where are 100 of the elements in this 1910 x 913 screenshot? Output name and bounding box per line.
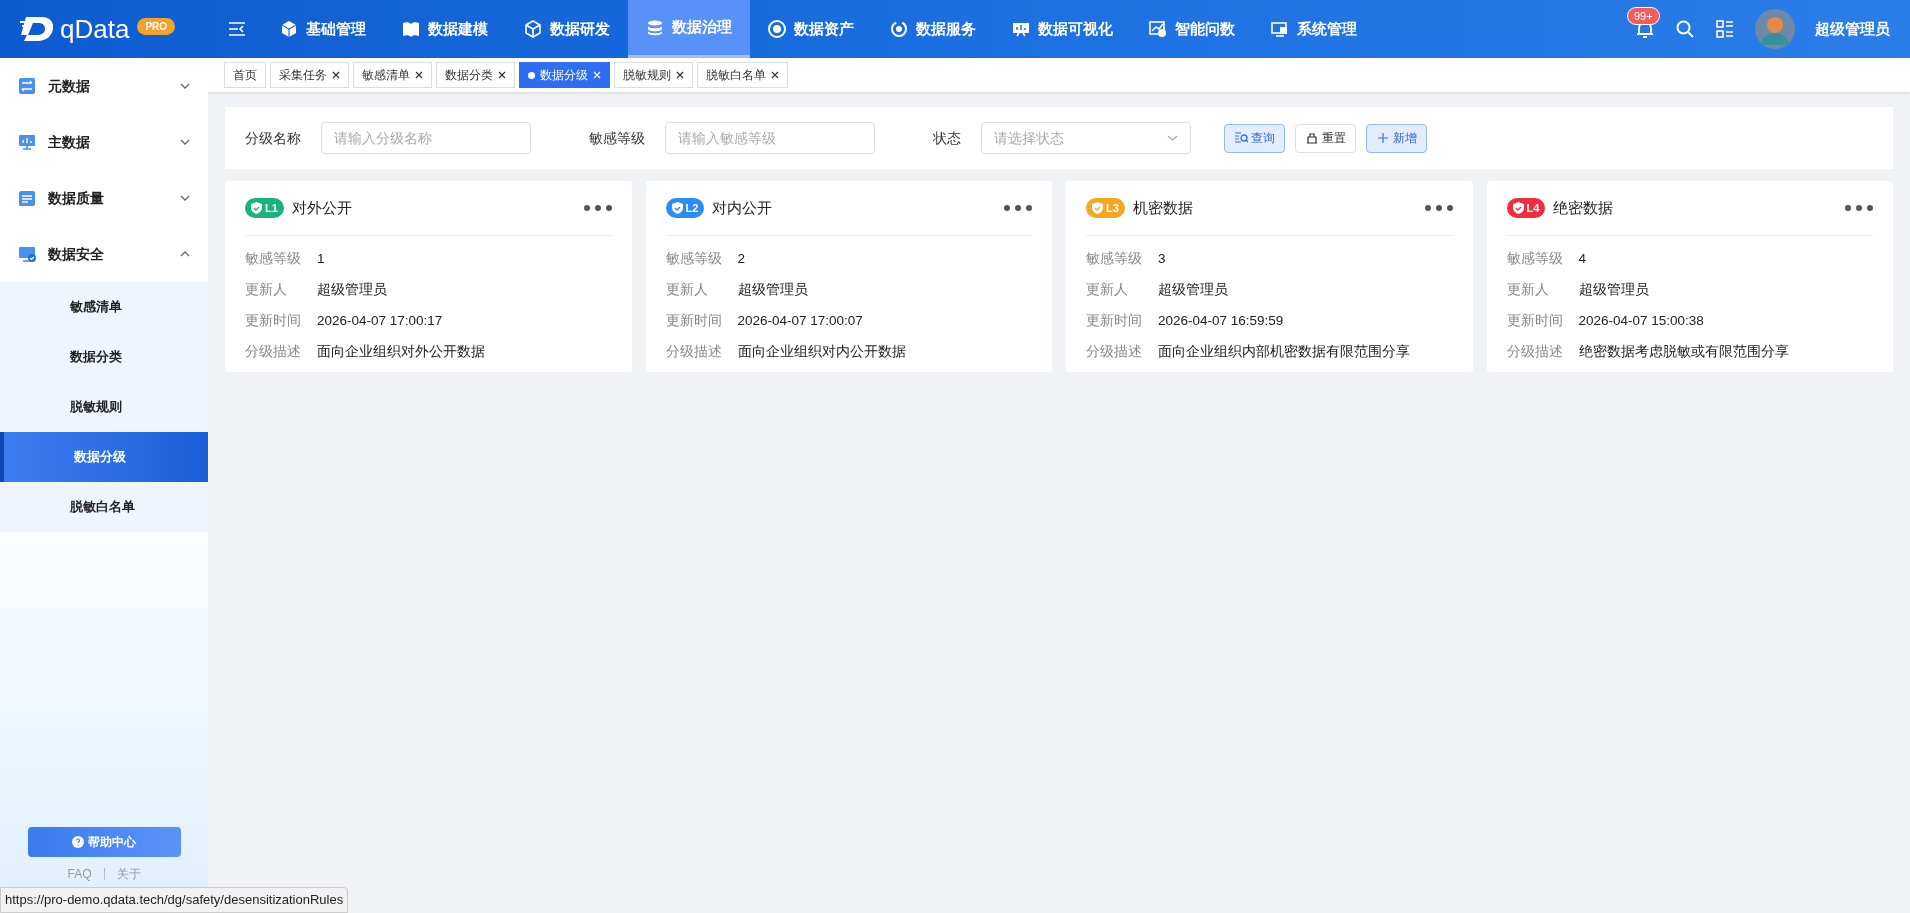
card-title: 绝密数据 [1553, 197, 1615, 218]
field-label: 敏感等级 [1506, 250, 1564, 269]
shield-icon [251, 202, 262, 214]
nav-icon [1271, 20, 1289, 38]
chevron-icon [180, 139, 190, 145]
field-value: 绝密数据考虑脱敏或有限范围分享 [1578, 343, 1789, 362]
field-value: 面向企业组织对外公开数据 [317, 343, 485, 362]
field-label: 更新时间 [1506, 312, 1564, 331]
close-icon[interactable] [332, 71, 340, 79]
page-tab[interactable]: 脱敏白名单 [697, 62, 788, 88]
chevron-icon [180, 195, 190, 201]
filter-label: 敏感等级 [589, 128, 645, 148]
page-tab[interactable]: 敏感清单 [353, 62, 432, 88]
sidebar-group[interactable]: 元数据 [0, 58, 208, 114]
reset-icon [1305, 131, 1319, 145]
page-tab[interactable]: 采集任务 [270, 62, 349, 88]
field-label: 更新时间 [245, 312, 302, 331]
more-icon[interactable] [1004, 205, 1032, 211]
more-icon[interactable] [1845, 205, 1873, 211]
sidebar-item[interactable]: 数据分级 [0, 432, 208, 482]
nav-icon [524, 20, 542, 38]
group-icon [18, 133, 36, 151]
notification-badge: 99+ [1627, 7, 1660, 25]
field-label: 敏感等级 [1086, 250, 1143, 269]
nav-icon [1149, 20, 1167, 38]
more-icon[interactable] [583, 205, 612, 211]
help-icon [72, 836, 84, 848]
nav-tab[interactable]: 数据可视化 [994, 0, 1131, 58]
field-label: 分级描述 [665, 343, 723, 362]
group-icon [18, 189, 36, 207]
field-label: 分级描述 [1086, 343, 1143, 362]
field-value: 2 [737, 250, 745, 269]
nav-tab[interactable]: 智能问数 [1131, 0, 1253, 58]
sidebar-group[interactable]: 数据质量 [0, 170, 208, 226]
search-icon[interactable] [1675, 19, 1695, 39]
field-value: 超级管理员 [317, 281, 387, 300]
nav-tab[interactable]: 数据治理 [628, 0, 750, 58]
nav-tab[interactable]: 数据建模 [384, 0, 506, 58]
page-tab[interactable]: 数据分类 [436, 62, 515, 88]
sidebar-item[interactable]: 数据分类 [0, 332, 208, 382]
nav-icon [1012, 20, 1030, 38]
nav-tab[interactable]: 数据研发 [506, 0, 628, 58]
chevron-icon [180, 83, 190, 89]
field-value: 2026-04-07 15:00:38 [1578, 312, 1704, 331]
field-label: 敏感等级 [665, 250, 723, 269]
filter-label: 分级名称 [245, 128, 301, 148]
field-value: 超级管理员 [1578, 281, 1649, 300]
nav-tab[interactable]: 数据资产 [750, 0, 872, 58]
field-value: 2026-04-07 17:00:17 [317, 312, 443, 331]
input-field[interactable]: 请输入敏感等级 [665, 122, 875, 154]
nav-icon [280, 20, 298, 38]
chevron-icon [1167, 135, 1178, 141]
search-icon [1234, 131, 1248, 145]
close-icon[interactable] [415, 71, 423, 79]
field-value: 超级管理员 [1158, 281, 1228, 300]
logo-text: qData [60, 16, 130, 42]
logo-icon [20, 14, 56, 44]
user-name[interactable]: 超级管理员 [1815, 17, 1890, 41]
shield-icon [671, 202, 683, 214]
nav-icon [402, 20, 420, 38]
add-button[interactable]: 新增 [1366, 123, 1427, 153]
nav-tab[interactable]: 数据服务 [872, 0, 994, 58]
reset-button[interactable]: 重置 [1295, 123, 1356, 153]
page-tab[interactable]: 数据分级 [519, 62, 610, 88]
level-badge: L4 [1506, 198, 1546, 218]
close-icon[interactable] [498, 71, 506, 79]
filter-label: 状态 [933, 128, 961, 148]
level-badge: L1 [245, 198, 284, 218]
nav-tab[interactable]: 基础管理 [262, 0, 384, 58]
nav-icon [646, 18, 664, 37]
menu-icon[interactable] [228, 22, 246, 36]
field-label: 分级描述 [245, 343, 302, 362]
page-tab[interactable]: 脱敏规则 [614, 62, 693, 88]
page-tab[interactable]: 首页 [224, 62, 266, 88]
sidebar-item[interactable]: 敏感清单 [0, 282, 208, 332]
nav-tab[interactable]: 系统管理 [1253, 0, 1375, 58]
input-field[interactable]: 请输入分级名称 [321, 122, 531, 154]
field-label: 更新人 [245, 281, 288, 300]
field-label: 更新人 [1506, 281, 1550, 300]
card-title: 机密数据 [1132, 197, 1194, 218]
card-title: 对内公开 [712, 197, 774, 218]
close-icon[interactable] [676, 71, 684, 79]
nav-icon [768, 20, 786, 38]
level-badge: L2 [665, 198, 705, 218]
field-value: 面向企业组织内部机密数据有限范围分享 [1158, 343, 1410, 362]
grid-menu-icon[interactable] [1715, 19, 1735, 39]
search-button[interactable]: 查询 [1224, 123, 1285, 153]
more-icon[interactable] [1424, 205, 1453, 211]
sidebar-item[interactable]: 脱敏规则 [0, 382, 208, 432]
field-value: 2026-04-07 16:59:59 [1158, 312, 1284, 331]
help-center-button[interactable]: 帮助中心 [27, 827, 181, 857]
field-label: 更新时间 [665, 312, 723, 331]
field-value: 2026-04-07 17:00:07 [737, 312, 863, 331]
close-icon[interactable] [771, 71, 779, 79]
status-url-tooltip: https://pro-demo.qdata.tech/dg/safety/desensitizationRules [0, 887, 349, 913]
sidebar-item[interactable]: 脱敏白名单 [0, 482, 208, 532]
chevron-icon [180, 251, 190, 257]
sidebar-group[interactable]: 数据安全 [0, 226, 208, 282]
field-value: 3 [1158, 250, 1166, 269]
sidebar-group[interactable]: 主数据 [0, 114, 208, 170]
